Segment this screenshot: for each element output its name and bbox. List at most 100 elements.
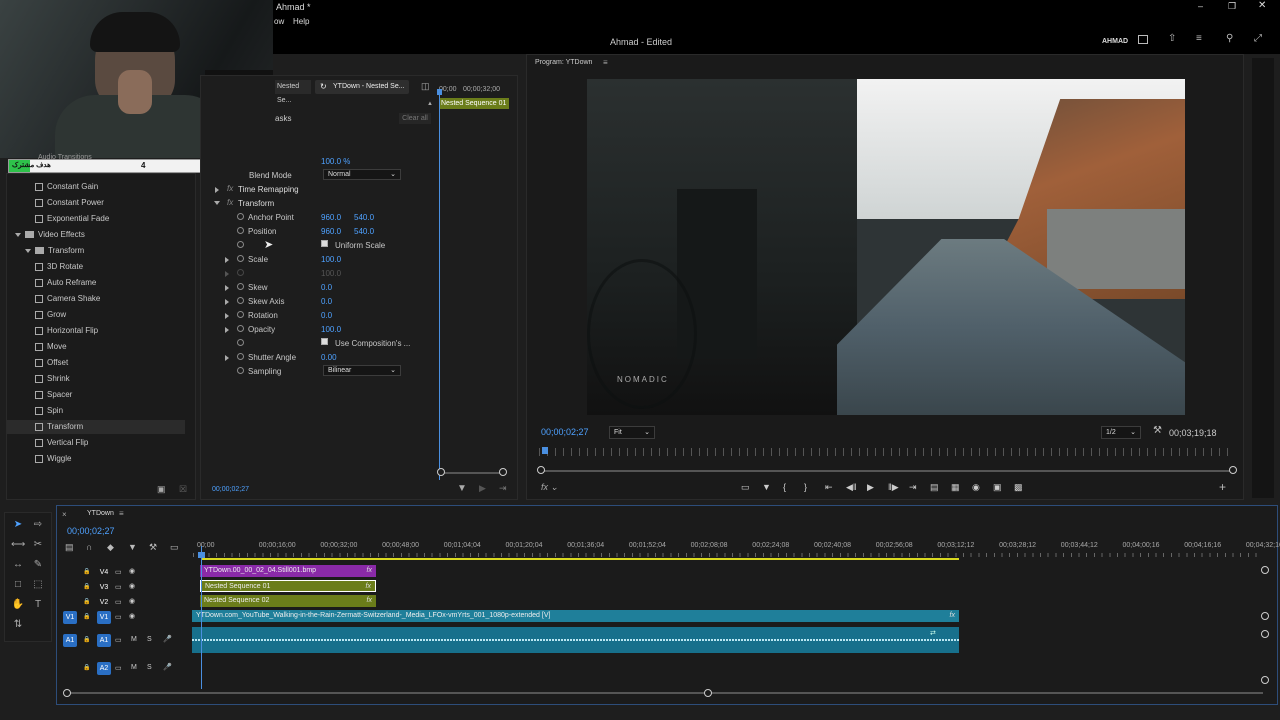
panel-menu-icon[interactable]: ≡ [603, 58, 608, 67]
track-label-v2[interactable]: V2 [97, 596, 111, 609]
audio-transitions-folder[interactable]: Audio Transitions [38, 154, 92, 161]
step-forward-icon[interactable]: ‖▶ [888, 482, 899, 493]
position-y-value[interactable]: 540.0 [354, 227, 374, 236]
time-remap-expand[interactable] [215, 185, 219, 194]
a-scroll-handle[interactable] [1261, 630, 1269, 638]
sync-lock-icon[interactable]: ▭ [115, 613, 122, 621]
close-icon[interactable]: ✕ [1258, 0, 1266, 11]
program-timecode[interactable]: 00;00;02;27 [541, 427, 589, 437]
blend-mode-dropdown[interactable]: Normal ⌄ [323, 169, 401, 180]
filter-icon[interactable]: ▼ [457, 483, 467, 494]
shutter-angle-value[interactable]: 0.00 [321, 353, 337, 362]
track-label-v3[interactable]: V3 [97, 581, 111, 594]
opacity-value[interactable]: 100.0 [321, 325, 341, 334]
microphone-icon[interactable]: 🎤 [163, 635, 172, 643]
effects-item[interactable]: Move [7, 340, 185, 354]
resolution-dropdown[interactable]: 1/2 ⌄ [1101, 426, 1141, 439]
stopwatch-icon[interactable] [237, 283, 244, 292]
compare-icon[interactable]: ▣ [993, 482, 1002, 493]
effects-item[interactable]: Constant Power [7, 196, 185, 210]
camera-lift-icon[interactable]: ▭ [741, 482, 750, 493]
stopwatch-icon[interactable] [237, 353, 244, 362]
skew-axis-expand[interactable] [225, 297, 229, 306]
lock-icon[interactable]: 🔒 [83, 583, 90, 590]
minimize-icon[interactable]: – [1198, 1, 1203, 11]
sync-lock-icon[interactable]: ▭ [115, 568, 122, 576]
clip-main-audio[interactable]: ⇄ [192, 627, 959, 653]
rotation-value[interactable]: 0.0 [321, 311, 332, 320]
effects-item[interactable]: Horizontal Flip [7, 324, 185, 338]
lock-icon[interactable]: 🔒 [83, 636, 90, 643]
ec-zoom-handle-left[interactable] [437, 468, 445, 476]
timeline-zoom-left[interactable] [63, 689, 71, 697]
sampling-dropdown[interactable]: Bilinear ⌄ [323, 365, 401, 376]
source-patch-a1[interactable]: A1 [63, 634, 77, 647]
monitor-zoom-right[interactable] [1229, 466, 1237, 474]
a-scroll-handle[interactable] [1261, 676, 1269, 684]
transform-collapse[interactable] [214, 198, 224, 207]
track-label-a1[interactable]: A1 [97, 634, 111, 647]
captions-icon[interactable]: ▭ [170, 542, 179, 553]
stopwatch-icon[interactable] [237, 297, 244, 306]
eye-icon[interactable]: ◉ [129, 597, 135, 605]
snap-icon[interactable]: ∩ [86, 542, 92, 552]
menu-window[interactable]: ow [274, 17, 284, 26]
menu-help[interactable]: Help [293, 17, 309, 26]
stopwatch-icon[interactable] [237, 311, 244, 320]
mute-button[interactable]: M [131, 664, 137, 671]
add-marker-icon[interactable]: ▼ [128, 542, 137, 552]
solo-button[interactable]: S [147, 636, 152, 643]
slip-icon[interactable]: ↔ [11, 559, 25, 571]
v-scroll-handle[interactable] [1261, 566, 1269, 574]
clip-nested-sequence-02[interactable]: Nested Sequence 02 fx [200, 595, 376, 607]
trash-icon[interactable]: ☒ [179, 484, 187, 495]
workspace-icon[interactable] [1138, 35, 1148, 44]
razor-icon[interactable]: ✂ [31, 539, 45, 551]
skew-value[interactable]: 0.0 [321, 283, 332, 292]
export-icon[interactable]: ⇥ [499, 483, 507, 494]
rotation-expand[interactable] [225, 311, 229, 320]
timeline-zoom-mid[interactable] [704, 689, 712, 697]
lift-icon[interactable]: ▤ [930, 482, 939, 493]
opacity-percent-value[interactable]: 100.0 % [321, 157, 350, 166]
search-icon[interactable]: ⚲ [1226, 33, 1233, 44]
opacity-expand[interactable] [225, 325, 229, 334]
effects-item[interactable]: Wiggle [7, 452, 185, 466]
effects-item[interactable]: Offset [7, 356, 185, 370]
new-bin-icon[interactable]: ▣ [157, 484, 166, 495]
step-back-icon[interactable]: ◀‖ [846, 482, 857, 493]
effects-folder[interactable]: Transform [7, 244, 185, 258]
anchor-x-value[interactable]: 960.0 [321, 213, 341, 222]
monitor-zoom-left[interactable] [537, 466, 545, 474]
rectangle-icon[interactable]: □ [11, 579, 25, 591]
scale-value[interactable]: 100.0 [321, 255, 341, 264]
effects-item[interactable]: Spacer [7, 388, 185, 402]
panel-menu-icon[interactable]: ≡ [119, 509, 124, 518]
effects-item[interactable]: Auto Reframe [7, 276, 185, 290]
composition-shutter-checkbox[interactable] [321, 338, 328, 347]
clip-still-image[interactable]: YTDown.00_00_02_04.Still001.bmp fx [200, 565, 376, 577]
lock-icon[interactable]: 🔒 [83, 613, 90, 620]
monitor-ruler[interactable] [539, 448, 1233, 456]
hand-icon[interactable]: ✋ [11, 599, 25, 611]
anchor-y-value[interactable]: 540.0 [354, 213, 374, 222]
marquee-icon[interactable]: ⬚ [31, 579, 45, 591]
go-to-in-icon[interactable]: ⇤ [825, 482, 833, 493]
type-icon[interactable]: T [31, 599, 45, 611]
export-frame-icon[interactable]: ◉ [972, 482, 980, 493]
effects-item[interactable]: Vertical Flip [7, 436, 185, 450]
microphone-icon[interactable]: 🎤 [163, 663, 172, 671]
timeline-zoom-bar[interactable] [69, 692, 1263, 694]
video-frame[interactable]: NOMADIC [587, 79, 1185, 415]
add-button-icon[interactable]: + [1219, 480, 1226, 494]
effects-item[interactable]: Transform [7, 420, 185, 434]
mark-in-icon[interactable]: { [783, 482, 786, 492]
safe-margins-icon[interactable]: ▩ [1014, 482, 1023, 493]
timeline-timecode[interactable]: 00;00;02;27 [67, 526, 115, 536]
marker-icon[interactable]: ▼ [762, 482, 771, 492]
effects-item[interactable]: 3D Rotate [7, 260, 185, 274]
go-to-out-icon[interactable]: ⇥ [909, 482, 917, 493]
uniform-scale-checkbox[interactable] [321, 240, 328, 249]
fit-dropdown[interactable]: Fit ⌄ [609, 426, 655, 439]
v-scroll-handle[interactable] [1261, 612, 1269, 620]
